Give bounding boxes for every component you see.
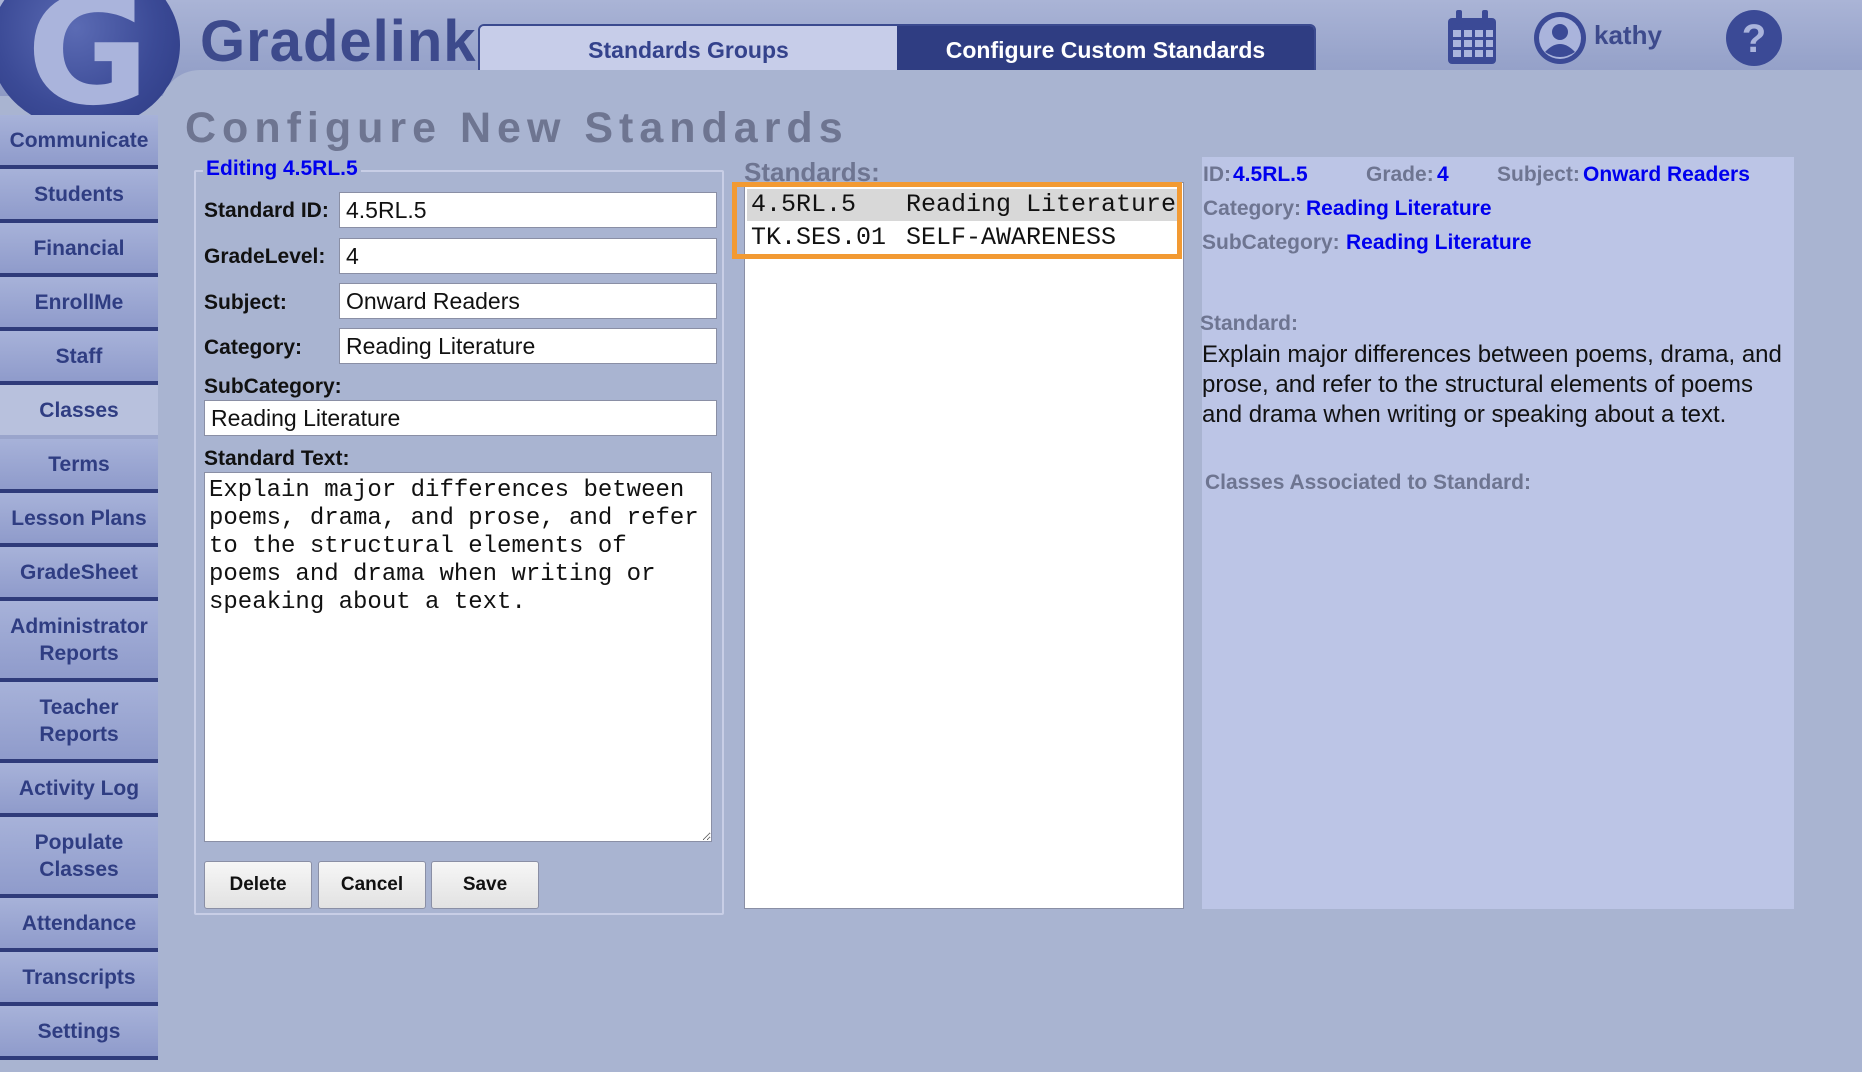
- detail-id-value: 4.5RL.5: [1233, 163, 1308, 186]
- sidebar-item-students[interactable]: Students: [0, 169, 158, 223]
- logo-g-icon: G: [26, 0, 150, 139]
- brand-name: Gradelink: [200, 9, 477, 74]
- standard-row-name: SELF-AWARENESS: [906, 223, 1117, 252]
- sidebar-item-teacher-reports[interactable]: Teacher Reports: [0, 682, 158, 763]
- detail-standard-text: Explain major differences between poems,…: [1202, 341, 1782, 428]
- sidebar-item-transcripts[interactable]: Transcripts: [0, 952, 158, 1006]
- detail-id-label: ID:: [1203, 163, 1231, 186]
- sidebar-item-gradesheet[interactable]: GradeSheet: [0, 547, 158, 601]
- standard-text-label: Standard Text:: [204, 447, 350, 470]
- detail-subcategory-value: Reading Literature: [1346, 231, 1532, 254]
- sidebar-item-terms[interactable]: Terms: [0, 439, 158, 493]
- page-title: Configure New Standards: [185, 104, 849, 152]
- subcategory-label: SubCategory:: [204, 375, 342, 398]
- detail-subject-label: Subject:: [1497, 163, 1580, 186]
- detail-standard-label: Standard:: [1200, 312, 1299, 335]
- user-avatar-icon[interactable]: [1532, 10, 1588, 66]
- sidebar-item-classes[interactable]: Classes: [0, 385, 158, 439]
- sidebar-item-financial[interactable]: Financial: [0, 223, 158, 277]
- sidebar-item-lesson-plans[interactable]: Lesson Plans: [0, 493, 158, 547]
- subject-label: Subject:: [204, 291, 287, 314]
- calendar-icon[interactable]: [1446, 10, 1498, 66]
- sidebar-item-settings[interactable]: Settings: [0, 1006, 158, 1060]
- detail-classes-label: Classes Associated to Standard:: [1205, 471, 1531, 494]
- standard-row-id: 4.5RL.5: [751, 190, 857, 219]
- sidebar-item-attendance[interactable]: Attendance: [0, 898, 158, 952]
- standard-id-label: Standard ID:: [204, 199, 329, 222]
- tab-configure-custom-standards[interactable]: Configure Custom Standards: [897, 26, 1314, 74]
- sidebar-nav: Communicate Students Financial EnrollMe …: [0, 115, 160, 1060]
- sidebar-item-administrator-reports[interactable]: Administrator Reports: [0, 601, 158, 682]
- standard-row-name: Reading Literature: [906, 190, 1177, 219]
- standard-row-id: TK.SES.01: [751, 223, 887, 252]
- grade-level-label: GradeLevel:: [204, 245, 326, 268]
- subcategory-input[interactable]: [204, 400, 717, 436]
- standard-row-4-5rl-5[interactable]: 4.5RL.5 Reading Literature: [747, 189, 1181, 221]
- detail-subcategory-label: SubCategory:: [1202, 231, 1340, 254]
- standard-id-input[interactable]: [339, 192, 717, 228]
- standard-detail-panel: [1202, 157, 1794, 909]
- save-button[interactable]: Save: [431, 861, 539, 909]
- detail-grade-label: Grade:: [1366, 163, 1434, 186]
- help-icon[interactable]: ?: [1724, 8, 1784, 68]
- subject-input[interactable]: [339, 283, 717, 319]
- detail-subject-value: Onward Readers: [1583, 163, 1750, 186]
- detail-category-label: Category:: [1203, 197, 1302, 220]
- detail-category-value: Reading Literature: [1306, 197, 1492, 220]
- editor-legend: Editing 4.5RL.5: [203, 157, 361, 181]
- tab-standards-groups[interactable]: Standards Groups: [480, 26, 897, 74]
- sidebar-item-enrollme[interactable]: EnrollMe: [0, 277, 158, 331]
- category-label: Category:: [204, 336, 303, 359]
- svg-text:?: ?: [1742, 17, 1766, 61]
- grade-level-input[interactable]: [339, 238, 717, 274]
- cancel-button[interactable]: Cancel: [318, 861, 426, 909]
- standard-row-tk-ses-01[interactable]: TK.SES.01 SELF-AWARENESS: [747, 222, 1181, 254]
- standard-text-area[interactable]: Explain major differences between poems,…: [204, 472, 712, 842]
- sidebar-item-activity-log[interactable]: Activity Log: [0, 763, 158, 817]
- standards-list[interactable]: 4.5RL.5 Reading Literature TK.SES.01 SELF-…: [744, 182, 1184, 909]
- username-label[interactable]: kathy: [1594, 20, 1662, 51]
- sidebar-item-populate-classes[interactable]: Populate Classes: [0, 817, 158, 898]
- sidebar-item-communicate[interactable]: Communicate: [0, 115, 158, 169]
- sidebar-item-staff[interactable]: Staff: [0, 331, 158, 385]
- delete-button[interactable]: Delete: [204, 861, 312, 909]
- category-input[interactable]: [339, 328, 717, 364]
- standards-tabs: Standards Groups Configure Custom Standa…: [478, 24, 1316, 76]
- detail-grade-value: 4: [1437, 163, 1449, 186]
